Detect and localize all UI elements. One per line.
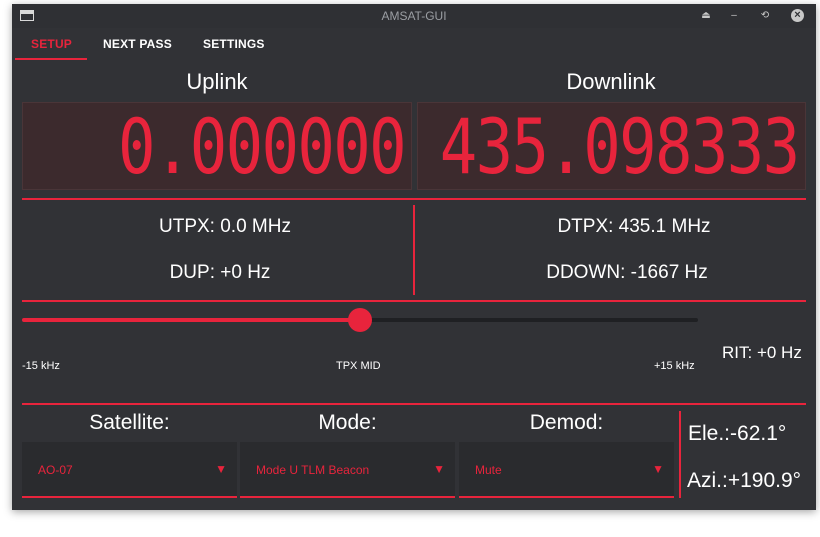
divider-position bbox=[679, 411, 681, 498]
divider-bottom bbox=[22, 403, 806, 405]
demod-value: Mute bbox=[475, 463, 502, 477]
rit-readout: RIT: +0 Hz bbox=[722, 343, 802, 362]
tab-bar: SETUP NEXT PASS SETTINGS bbox=[12, 28, 816, 60]
satellite-select[interactable]: AO-07 ▼ bbox=[22, 442, 237, 498]
downlink-frequency: 435.098333 bbox=[440, 102, 800, 190]
azimuth-readout: Azi.:+190.9° bbox=[687, 469, 802, 492]
elevation-readout: Ele.:-62.1° bbox=[688, 422, 787, 445]
slider-min-label: -15 kHz bbox=[22, 360, 60, 372]
utpx-readout: UTPX: 0.0 MHz bbox=[159, 216, 291, 237]
title-bar[interactable]: AMSAT-GUI ⏏ – ⟲ × bbox=[12, 4, 816, 28]
window-title: AMSAT-GUI bbox=[381, 9, 447, 23]
dropdown-arrow-icon: ▼ bbox=[433, 462, 445, 476]
slider-max-label: +15 kHz bbox=[654, 360, 695, 372]
slider-mid-label: TPX MID bbox=[336, 360, 381, 372]
dropdown-arrow-icon: ▼ bbox=[215, 462, 227, 476]
tab-next-pass[interactable]: NEXT PASS bbox=[103, 37, 172, 51]
app-window: AMSAT-GUI ⏏ – ⟲ × SETUP NEXT PASS SETTIN… bbox=[12, 4, 816, 510]
mode-value: Mode U TLM Beacon bbox=[256, 463, 370, 477]
divider-top bbox=[22, 198, 806, 200]
mode-label: Mode: bbox=[318, 411, 377, 434]
downlink-label: Downlink bbox=[566, 69, 656, 94]
keep-above-icon[interactable]: ⏏ bbox=[698, 8, 714, 24]
slider-track-filled[interactable] bbox=[22, 318, 358, 322]
uplink-lcd: 0.000000 bbox=[22, 102, 412, 190]
demod-label: Demod: bbox=[529, 411, 604, 434]
dropdown-arrow-icon: ▼ bbox=[652, 462, 664, 476]
downlink-lcd: 435.098333 bbox=[417, 102, 806, 190]
slider-track-empty[interactable] bbox=[358, 318, 698, 322]
ddown-readout: DDOWN: -1667 Hz bbox=[546, 262, 708, 283]
active-tab-indicator bbox=[15, 58, 87, 60]
tab-setup[interactable]: SETUP bbox=[31, 37, 72, 51]
satellite-value: AO-07 bbox=[38, 463, 73, 477]
divider-middle bbox=[22, 300, 806, 302]
tuning-slider-handle[interactable] bbox=[348, 308, 372, 332]
satellite-label: Satellite: bbox=[89, 411, 170, 434]
mode-select[interactable]: Mode U TLM Beacon ▼ bbox=[240, 442, 455, 498]
minimize-icon[interactable]: – bbox=[726, 8, 742, 24]
close-icon[interactable]: × bbox=[791, 9, 804, 22]
tab-settings[interactable]: SETTINGS bbox=[203, 37, 265, 51]
dup-readout: DUP: +0 Hz bbox=[169, 262, 271, 283]
demod-select[interactable]: Mute ▼ bbox=[459, 442, 674, 498]
uplink-label: Uplink bbox=[186, 69, 248, 94]
uplink-frequency: 0.000000 bbox=[117, 102, 407, 190]
maximize-icon[interactable]: ⟲ bbox=[757, 8, 773, 24]
dtpx-readout: DTPX: 435.1 MHz bbox=[557, 216, 711, 237]
